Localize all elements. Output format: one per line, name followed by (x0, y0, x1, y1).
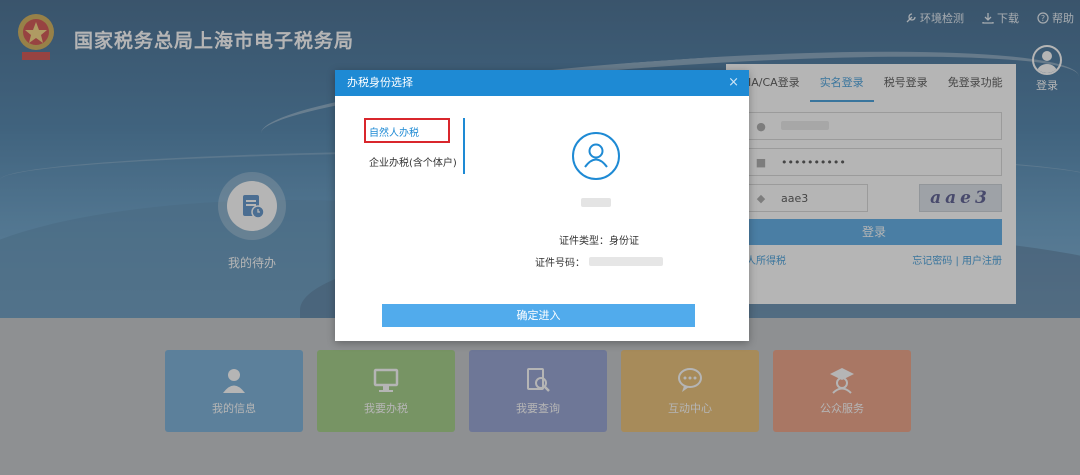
dialog-title: 办税身份选择 (347, 76, 413, 89)
close-icon[interactable]: × (728, 70, 739, 96)
option-enterprise[interactable]: 企业办税(含个体户) (369, 154, 457, 169)
identity-select-dialog: 办税身份选择 × 自然人办税 企业办税(含个体户) 证件类型：身份证 证件号码：… (335, 70, 749, 341)
user-avatar (572, 132, 620, 180)
id-number-row: 证件号码： (535, 254, 663, 269)
id-number-blurred (589, 257, 663, 266)
id-number-label: 证件号码： (535, 258, 585, 269)
selection-highlight-box (364, 118, 450, 143)
user-name-blurred (581, 198, 611, 207)
confirm-enter-button[interactable]: 确定进入 (382, 304, 695, 327)
person-outline-icon (584, 143, 608, 168)
dialog-header: 办税身份选择 × (335, 70, 749, 96)
id-type-text: 证件类型：身份证 (559, 236, 639, 247)
